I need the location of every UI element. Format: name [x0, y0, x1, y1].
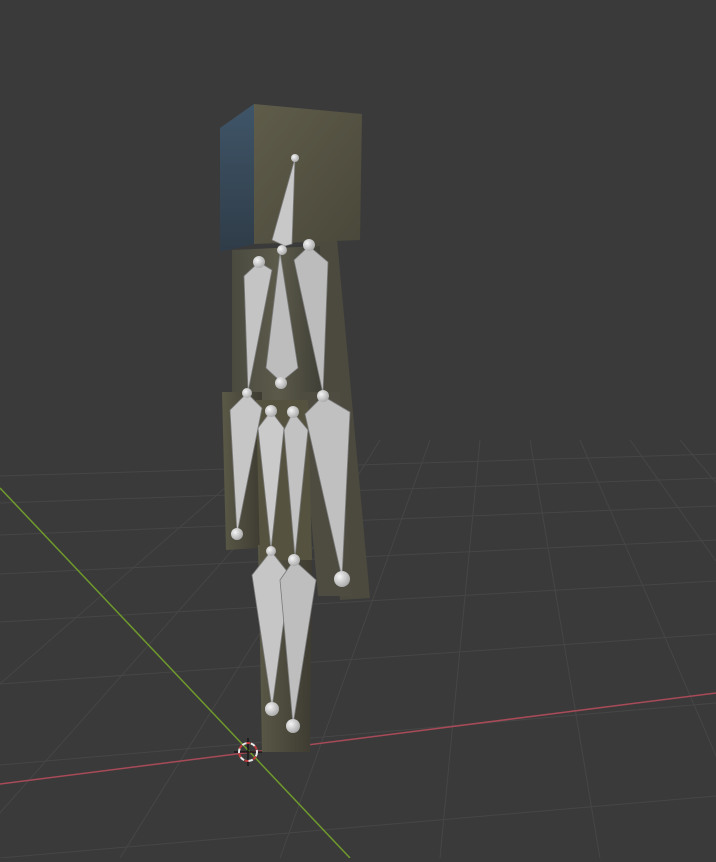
- joint: [277, 245, 287, 255]
- 3d-viewport[interactable]: [0, 0, 716, 859]
- x-axis-line: [0, 692, 716, 785]
- joint: [291, 154, 299, 162]
- joint: [253, 256, 265, 268]
- joint: [265, 702, 279, 716]
- joint: [287, 406, 299, 418]
- joint: [266, 546, 276, 556]
- joint: [265, 405, 277, 417]
- joint: [317, 390, 329, 402]
- joint: [275, 377, 287, 389]
- joint: [303, 239, 315, 251]
- joint: [334, 571, 350, 587]
- joint: [286, 719, 300, 733]
- joint: [242, 388, 252, 398]
- joint: [231, 528, 243, 540]
- joint: [288, 554, 300, 566]
- viewport-canvas[interactable]: [0, 0, 716, 859]
